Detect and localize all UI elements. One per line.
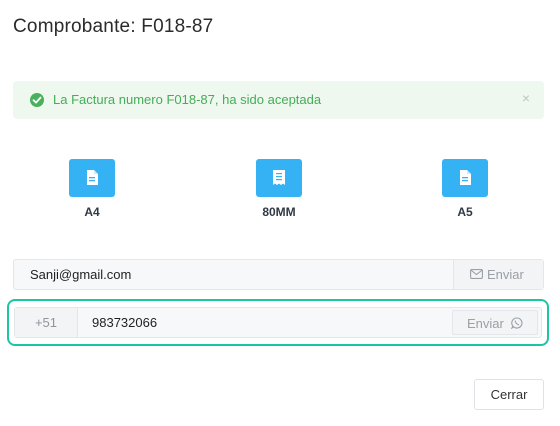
alert-message: La Factura numero F018-87, ha sido acept… <box>53 92 322 107</box>
whatsapp-send-button[interactable]: Enviar <box>452 310 538 335</box>
email-send-label: Enviar <box>487 267 524 282</box>
whatsapp-row: +51 983732066 Enviar <box>14 307 542 338</box>
format-80mm-button[interactable] <box>256 159 302 197</box>
email-send-button[interactable]: Enviar <box>453 260 543 289</box>
format-a4-button[interactable] <box>69 159 115 197</box>
email-field[interactable]: Sanji@gmail.com <box>30 267 131 282</box>
email-row: Sanji@gmail.com Enviar <box>13 259 544 290</box>
modal-title: Comprobante: F018-87 <box>13 16 214 37</box>
format-a4-label: A4 <box>84 205 100 219</box>
close-button[interactable]: Cerrar <box>474 379 544 410</box>
receipt-icon <box>273 170 285 185</box>
whatsapp-send-label: Enviar <box>467 316 504 331</box>
envelope-icon <box>470 269 483 279</box>
check-circle-icon <box>30 93 44 107</box>
phone-prefix: +51 <box>15 308 78 337</box>
format-a4: A4 <box>52 159 132 219</box>
whatsapp-icon <box>511 317 523 329</box>
whatsapp-focus-ring: +51 983732066 Enviar <box>7 299 549 346</box>
alert-close-button[interactable]: × <box>522 90 530 106</box>
format-80mm: 80MM <box>239 159 319 219</box>
document-icon <box>460 170 471 185</box>
format-80mm-label: 80MM <box>262 205 296 219</box>
document-icon <box>87 170 98 185</box>
format-a5-label: A5 <box>457 205 473 219</box>
phone-field[interactable]: 983732066 <box>92 315 157 330</box>
success-alert: La Factura numero F018-87, ha sido acept… <box>13 81 544 119</box>
format-a5: A5 <box>425 159 505 219</box>
format-a5-button[interactable] <box>442 159 488 197</box>
